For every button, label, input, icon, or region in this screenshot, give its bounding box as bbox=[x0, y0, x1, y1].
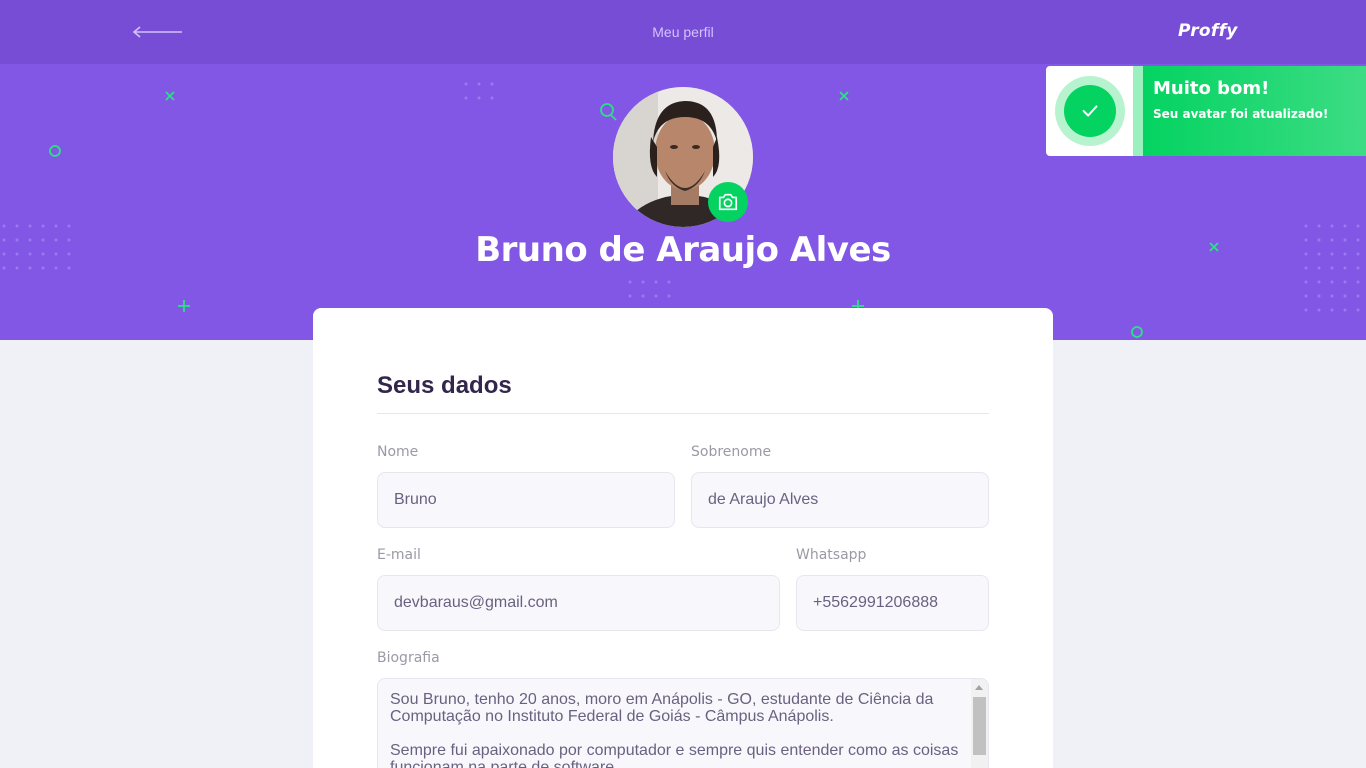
biografia-label: Biografia bbox=[377, 650, 440, 666]
whatsapp-input[interactable] bbox=[796, 575, 989, 631]
change-avatar-button[interactable] bbox=[708, 182, 748, 222]
section-divider bbox=[377, 413, 989, 414]
email-input[interactable] bbox=[377, 575, 780, 631]
profile-name: Bruno de Araujo Alves bbox=[475, 230, 891, 270]
nome-input[interactable] bbox=[377, 472, 675, 528]
camera-icon bbox=[718, 193, 738, 211]
sobrenome-label: Sobrenome bbox=[691, 444, 772, 460]
toast-body: Muito bom! Seu avatar foi atualizado! bbox=[1143, 66, 1366, 156]
biografia-scrollbar[interactable] bbox=[971, 679, 988, 768]
check-icon bbox=[1082, 105, 1097, 117]
success-toast: Muito bom! Seu avatar foi atualizado! bbox=[1046, 66, 1366, 156]
biografia-textarea[interactable]: Sou Bruno, tenho 20 anos, moro em Anápol… bbox=[377, 678, 989, 768]
toast-message: Seu avatar foi atualizado! bbox=[1153, 107, 1329, 121]
whatsapp-label: Whatsapp bbox=[796, 547, 867, 563]
brand-logo: Proffy bbox=[1178, 21, 1238, 41]
section-title: Seus dados bbox=[377, 372, 512, 399]
page-title: Meu perfil bbox=[652, 24, 714, 40]
scroll-thumb[interactable] bbox=[973, 697, 986, 755]
email-label: E-mail bbox=[377, 547, 421, 563]
toast-title: Muito bom! bbox=[1153, 78, 1270, 99]
toast-icon-box bbox=[1046, 66, 1133, 156]
scroll-up-arrow-icon[interactable] bbox=[975, 685, 983, 690]
sobrenome-input[interactable] bbox=[691, 472, 989, 528]
nome-label: Nome bbox=[377, 444, 419, 460]
toast-stripe bbox=[1133, 66, 1143, 156]
biografia-text: Sou Bruno, tenho 20 anos, moro em Anápol… bbox=[390, 691, 959, 768]
top-bar: Meu perfil Proffy bbox=[0, 0, 1366, 64]
profile-form-card: Seus dados Nome Sobrenome E-mail Whatsap… bbox=[313, 308, 1053, 768]
avatar-container bbox=[613, 87, 753, 227]
